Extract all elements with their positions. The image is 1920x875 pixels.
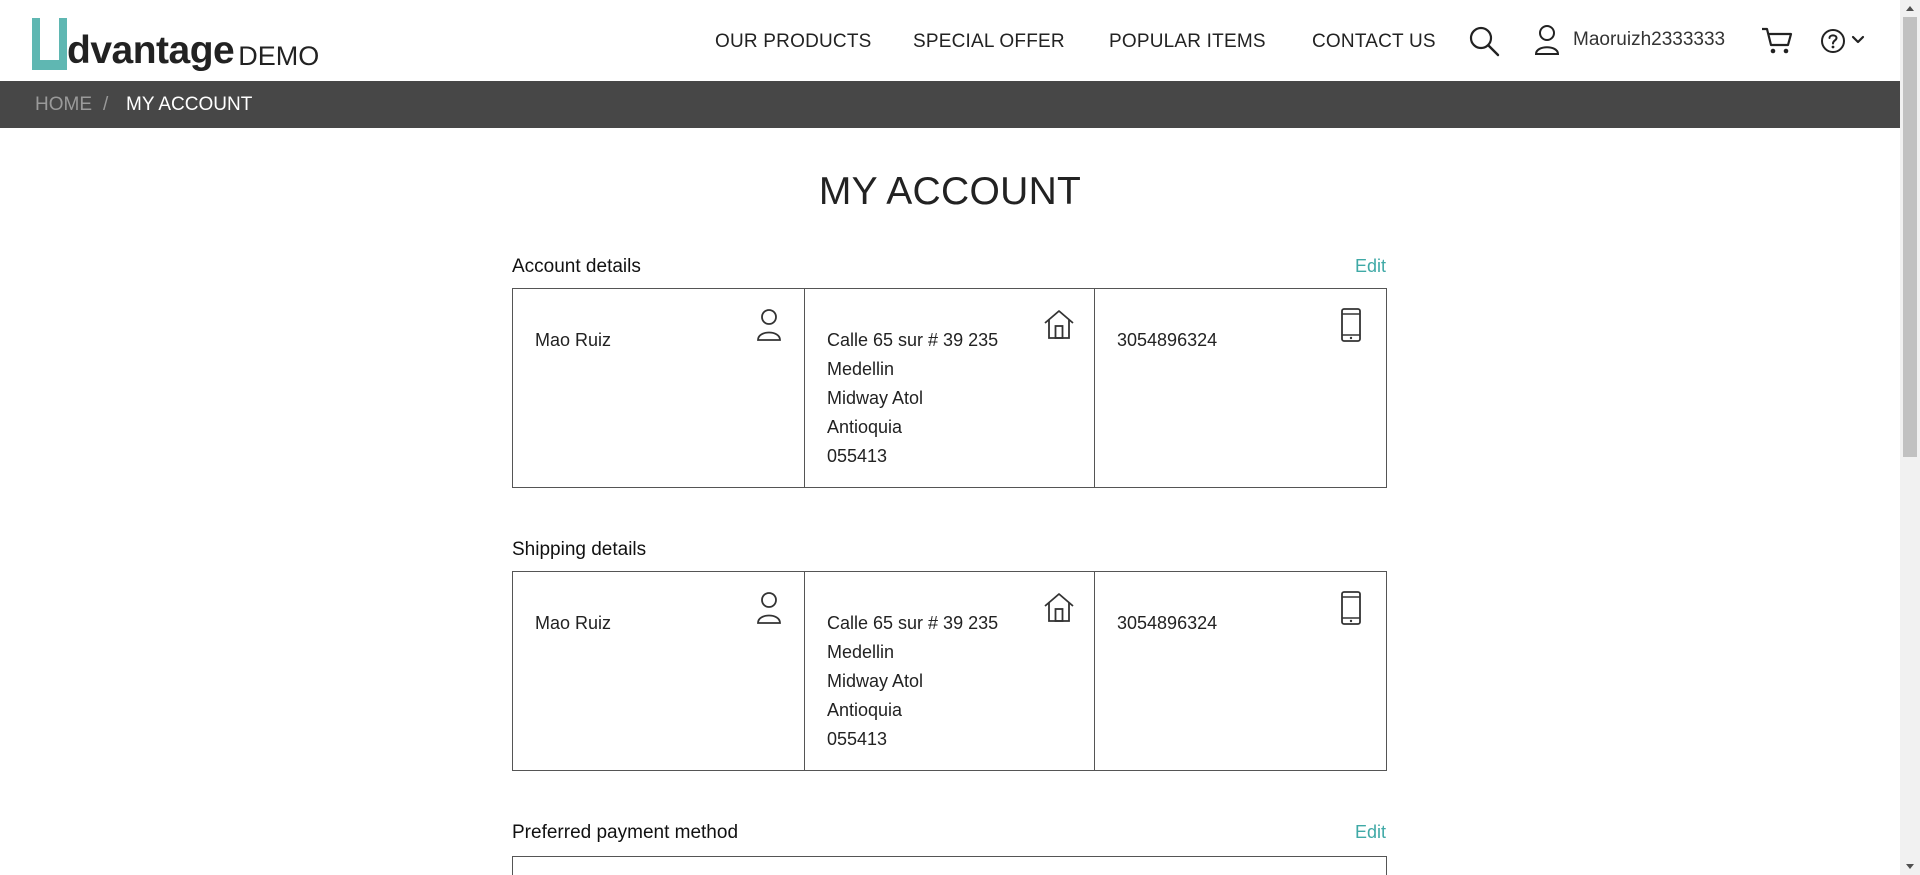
search-icon[interactable] xyxy=(1468,25,1500,57)
scroll-up-arrow-icon[interactable] xyxy=(1900,0,1920,17)
shipping-phone: 3054896324 xyxy=(1117,613,1218,633)
address-state: Antioquia xyxy=(827,417,903,437)
account-details-edit-link[interactable]: Edit xyxy=(1355,256,1386,277)
address-line1: Calle 65 sur # 39 235 xyxy=(827,330,999,350)
help-icon[interactable] xyxy=(1820,28,1846,54)
account-address-cell: Calle 65 sur # 39 235 Medellin Midway At… xyxy=(805,289,1095,487)
nav-special-offer[interactable]: SPECIAL OFFER xyxy=(913,31,1065,53)
address-line3: Midway Atol xyxy=(827,388,924,408)
breadcrumb-separator: / xyxy=(103,94,109,115)
page-title: MY ACCOUNT xyxy=(818,170,1082,213)
address-line3: Midway Atol xyxy=(827,671,924,691)
address-postal: 055413 xyxy=(827,729,888,749)
payment-method-edit-link[interactable]: Edit xyxy=(1355,822,1386,843)
account-details-title: Account details xyxy=(512,256,641,277)
payment-method-card xyxy=(512,856,1387,875)
shipping-details-title: Shipping details xyxy=(512,539,647,560)
breadcrumb-home[interactable]: HOME xyxy=(35,94,92,116)
address-city: Medellin xyxy=(827,359,895,379)
site-header: dvantage DEMO OUR PRODUCTS SPECIAL OFFER… xyxy=(0,0,1900,81)
cart-icon[interactable] xyxy=(1761,26,1793,56)
account-name-cell: Mao Ruiz xyxy=(513,289,805,487)
vertical-scrollbar[interactable] xyxy=(1900,0,1920,875)
scroll-down-arrow-icon[interactable] xyxy=(1900,858,1920,875)
address-line1: Calle 65 sur # 39 235 xyxy=(827,613,999,633)
account-details-card: Mao Ruiz Calle 65 sur # 39 235 Medellin … xyxy=(512,288,1387,488)
breadcrumb-current: MY ACCOUNT xyxy=(126,94,253,115)
nav-contact-us[interactable]: CONTACT US xyxy=(1312,31,1436,53)
nav-popular-items[interactable]: POPULAR ITEMS xyxy=(1109,31,1266,53)
chevron-down-icon[interactable] xyxy=(1851,35,1865,45)
logo-mark-icon xyxy=(32,18,67,70)
address-postal: 055413 xyxy=(827,446,888,466)
breadcrumb: HOME / MY ACCOUNT xyxy=(0,81,1900,128)
account-address: Calle 65 sur # 39 235 Medellin Midway At… xyxy=(827,326,998,471)
shipping-name: Mao Ruiz xyxy=(535,613,612,633)
address-state: Antioquia xyxy=(827,700,903,720)
home-icon xyxy=(1044,593,1074,622)
shipping-address-cell: Calle 65 sur # 39 235 Medellin Midway At… xyxy=(805,572,1095,770)
shipping-details-card: Mao Ruiz Calle 65 sur # 39 235 Medellin … xyxy=(512,571,1387,771)
home-icon xyxy=(1044,310,1074,339)
account-phone: 3054896324 xyxy=(1117,330,1218,350)
logo-suffix: DEMO xyxy=(238,41,320,71)
mobile-phone-icon xyxy=(1341,591,1361,625)
logo[interactable]: dvantage DEMO xyxy=(29,12,319,72)
payment-method-title: Preferred payment method xyxy=(512,822,739,843)
user-icon[interactable] xyxy=(1534,24,1560,56)
username-link[interactable]: Maoruizh2333333 xyxy=(1573,29,1725,51)
user-icon xyxy=(757,309,781,341)
shipping-name-cell: Mao Ruiz xyxy=(513,572,805,770)
shipping-phone-cell: 3054896324 xyxy=(1095,572,1386,770)
account-name: Mao Ruiz xyxy=(535,330,612,350)
page: dvantage DEMO OUR PRODUCTS SPECIAL OFFER… xyxy=(0,0,1900,875)
user-icon xyxy=(757,592,781,624)
address-city: Medellin xyxy=(827,642,895,662)
nav-our-products[interactable]: OUR PRODUCTS xyxy=(715,31,872,53)
mobile-phone-icon xyxy=(1341,308,1361,342)
account-phone-cell: 3054896324 xyxy=(1095,289,1386,487)
scrollbar-thumb[interactable] xyxy=(1903,17,1917,457)
logo-wordmark: dvantage xyxy=(67,29,235,72)
shipping-address: Calle 65 sur # 39 235 Medellin Midway At… xyxy=(827,609,998,754)
